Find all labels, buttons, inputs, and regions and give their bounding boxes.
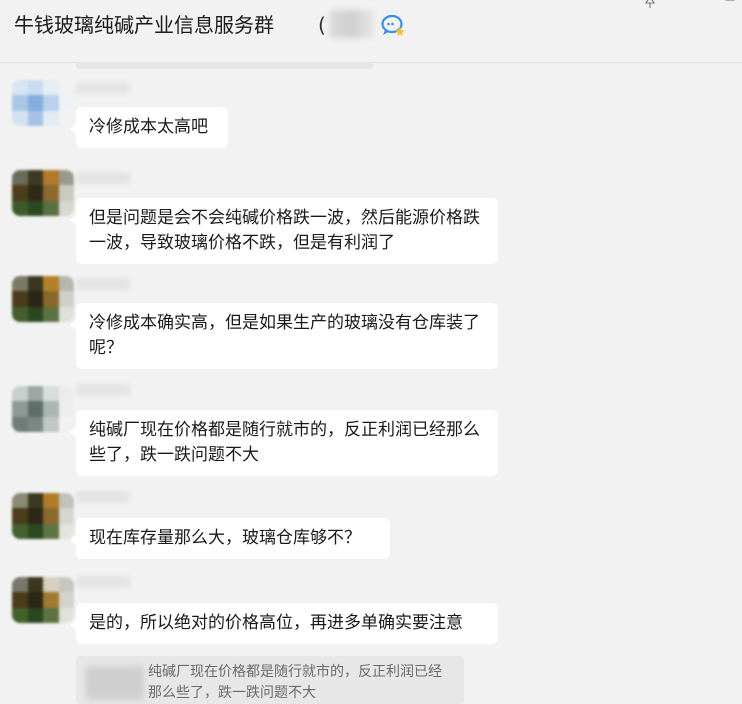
blurred-member-count [330, 10, 374, 38]
minimize-icon[interactable] [684, 0, 696, 8]
title-paren: ( [318, 13, 326, 37]
message-bubble[interactable]: 冷修成本确实高，但是如果生产的玻璃没有仓库装了呢？ [70, 303, 498, 369]
previous-message-edge [76, 62, 373, 69]
avatar[interactable] [12, 80, 74, 126]
avatar[interactable] [12, 493, 74, 539]
message-bubble[interactable]: 但是问题是会不会纯碱价格跌一波，然后能源价格跌一波，导致玻璃价格不跌，但是有利润… [70, 198, 498, 264]
chat-bubble-icon[interactable] [380, 12, 408, 38]
blurred-quote-sender [86, 666, 144, 700]
avatar[interactable] [12, 170, 74, 216]
avatar[interactable] [12, 386, 74, 432]
pin-icon[interactable] [644, 0, 656, 8]
blurred-nickname [76, 82, 130, 94]
blurred-nickname [76, 491, 130, 503]
quoted-message[interactable]: 纯碱厂现在价格都是随行就市的，反正利润已经那么些了，跌一跌问题不大 [76, 656, 464, 704]
avatar[interactable] [12, 577, 74, 623]
message-bubble[interactable]: 纯碱厂现在价格都是随行就市的，反正利润已经那么些了，跌一跌问题不大 [70, 410, 498, 476]
blurred-nickname [76, 384, 130, 396]
message-bubble[interactable]: 是的，所以绝对的价格高位，再进多单确实要注意 [70, 603, 498, 644]
avatar[interactable] [12, 276, 74, 322]
message-bubble[interactable]: 冷修成本太高吧 [70, 107, 228, 148]
chat-header: 牛钱玻璃纯碱产业信息服务群 ( [0, 0, 742, 63]
blurred-nickname [76, 278, 130, 290]
blurred-nickname [76, 172, 130, 184]
quoted-message-text: 纯碱厂现在价格都是随行就市的，反正利润已经那么些了，跌一跌问题不大 [148, 664, 442, 701]
maximize-icon[interactable] [724, 0, 736, 8]
window-controls [644, 0, 736, 8]
message-bubble[interactable]: 现在库存量那么大，玻璃仓库够不？ [70, 518, 390, 559]
group-title: 牛钱玻璃纯碱产业信息服务群 [14, 13, 274, 37]
blurred-nickname [76, 576, 130, 588]
